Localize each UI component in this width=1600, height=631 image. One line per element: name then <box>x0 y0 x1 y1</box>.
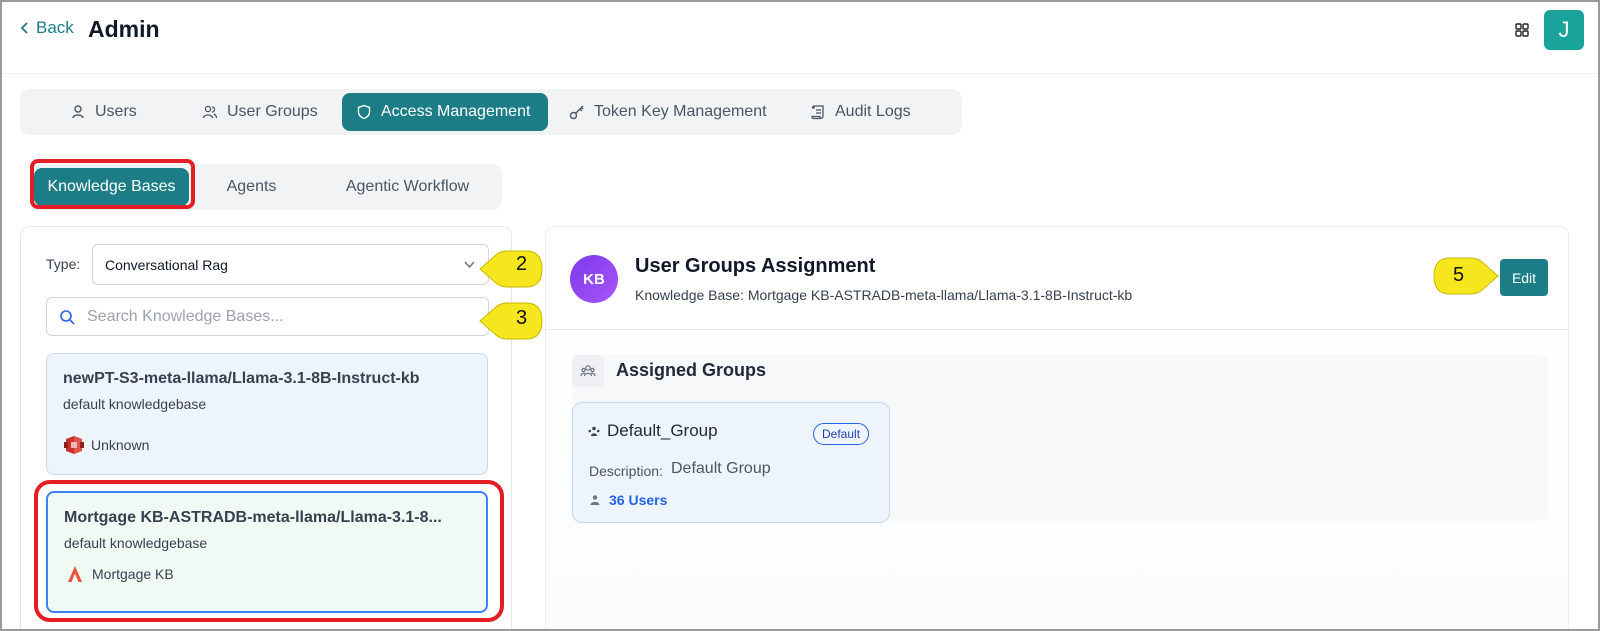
aws-s3-icon <box>64 436 84 454</box>
detail-subtitle: Knowledge Base: Mortgage KB-ASTRADB-meta… <box>635 287 1133 303</box>
tab-agents[interactable]: Agents <box>190 168 313 206</box>
kb-badge: KB <box>570 255 618 303</box>
main-tab-bar: Users User Groups Access Management Toke… <box>20 89 962 135</box>
back-button[interactable]: Back <box>18 18 74 38</box>
tab-label: Users <box>95 103 137 120</box>
sub-tab-bar: Knowledge Bases Agents Agentic Workflow <box>30 164 502 210</box>
tab-label: User Groups <box>227 103 318 120</box>
top-bar: Back Admin J <box>2 2 1598 74</box>
kb-source: Unknown <box>63 434 149 456</box>
page-title: Admin <box>88 16 160 42</box>
group-name: Default_Group <box>587 421 718 441</box>
kb-source: Mortgage KB <box>64 563 174 585</box>
assigned-groups-title: Assigned Groups <box>616 360 767 380</box>
kb-source-label: Unknown <box>91 437 150 453</box>
tab-access-management[interactable]: Access Management <box>342 93 548 131</box>
tab-user-groups[interactable]: User Groups <box>188 93 332 131</box>
chevron-left-icon <box>20 22 28 34</box>
back-label: Back <box>36 18 74 37</box>
detail-header <box>546 227 1568 330</box>
group-card[interactable]: Default_Group Default Description: Defau… <box>572 402 890 523</box>
search-box <box>46 297 489 336</box>
search-icon <box>60 310 75 325</box>
kb-name: newPT-S3-meta-llama/Llama-3.1-8B-Instruc… <box>63 370 420 387</box>
shield-icon <box>357 104 371 120</box>
user-avatar[interactable]: J <box>1544 10 1584 50</box>
group-description-label: Description: <box>589 463 663 479</box>
callout-number: 5 <box>1453 264 1465 286</box>
type-select-value: Conversational Rag <box>105 256 228 273</box>
group-description-value: Default Group <box>671 460 771 477</box>
tab-label: Access Management <box>381 103 531 120</box>
detail-title: User Groups Assignment <box>635 255 876 277</box>
key-icon <box>569 105 584 120</box>
callout-number: 2 <box>516 253 528 275</box>
tab-audit-logs[interactable]: Audit Logs <box>796 93 925 131</box>
search-input[interactable] <box>87 307 467 326</box>
type-select[interactable]: Conversational Rag <box>92 244 489 285</box>
group-users-count: 36 Users <box>609 492 668 508</box>
kb-description: default knowledgebase <box>63 396 207 412</box>
tab-token-key-management[interactable]: Token Key Management <box>555 93 781 131</box>
group-name-label: Default_Group <box>607 421 718 440</box>
user-icon <box>72 105 84 119</box>
group-icon <box>588 426 600 436</box>
apps-grid-icon[interactable] <box>1514 22 1530 38</box>
groups-icon <box>580 365 596 377</box>
kb-source-label: Mortgage KB <box>92 566 174 582</box>
tab-users[interactable]: Users <box>56 93 151 131</box>
default-badge: Default <box>813 423 870 445</box>
astradb-icon <box>68 566 82 582</box>
app-window: Back Admin J Users User Groups Access Ma… <box>0 0 1600 631</box>
kb-card[interactable]: newPT-S3-meta-llama/Llama-3.1-8B-Instruc… <box>46 353 488 475</box>
type-label: Type: <box>46 256 81 272</box>
chevron-down-icon <box>464 261 475 269</box>
users-icon <box>202 105 218 119</box>
tab-knowledge-bases[interactable]: Knowledge Bases <box>34 168 189 206</box>
person-icon <box>590 495 600 505</box>
kb-card-selected[interactable]: Mortgage KB-ASTRADB-meta-llama/Llama-3.1… <box>46 491 488 613</box>
kb-name: Mortgage KB-ASTRADB-meta-llama/Llama-3.1… <box>64 509 442 526</box>
tab-agentic-workflow[interactable]: Agentic Workflow <box>325 168 490 206</box>
tab-label: Audit Logs <box>835 103 911 120</box>
group-users-link[interactable]: 36 Users <box>589 492 667 508</box>
edit-button[interactable]: Edit <box>1500 259 1548 296</box>
groups-icon-box <box>572 355 604 387</box>
scroll-icon <box>811 105 824 120</box>
kb-description: default knowledgebase <box>64 535 208 551</box>
tab-label: Token Key Management <box>594 103 767 120</box>
callout-number: 3 <box>516 307 528 329</box>
